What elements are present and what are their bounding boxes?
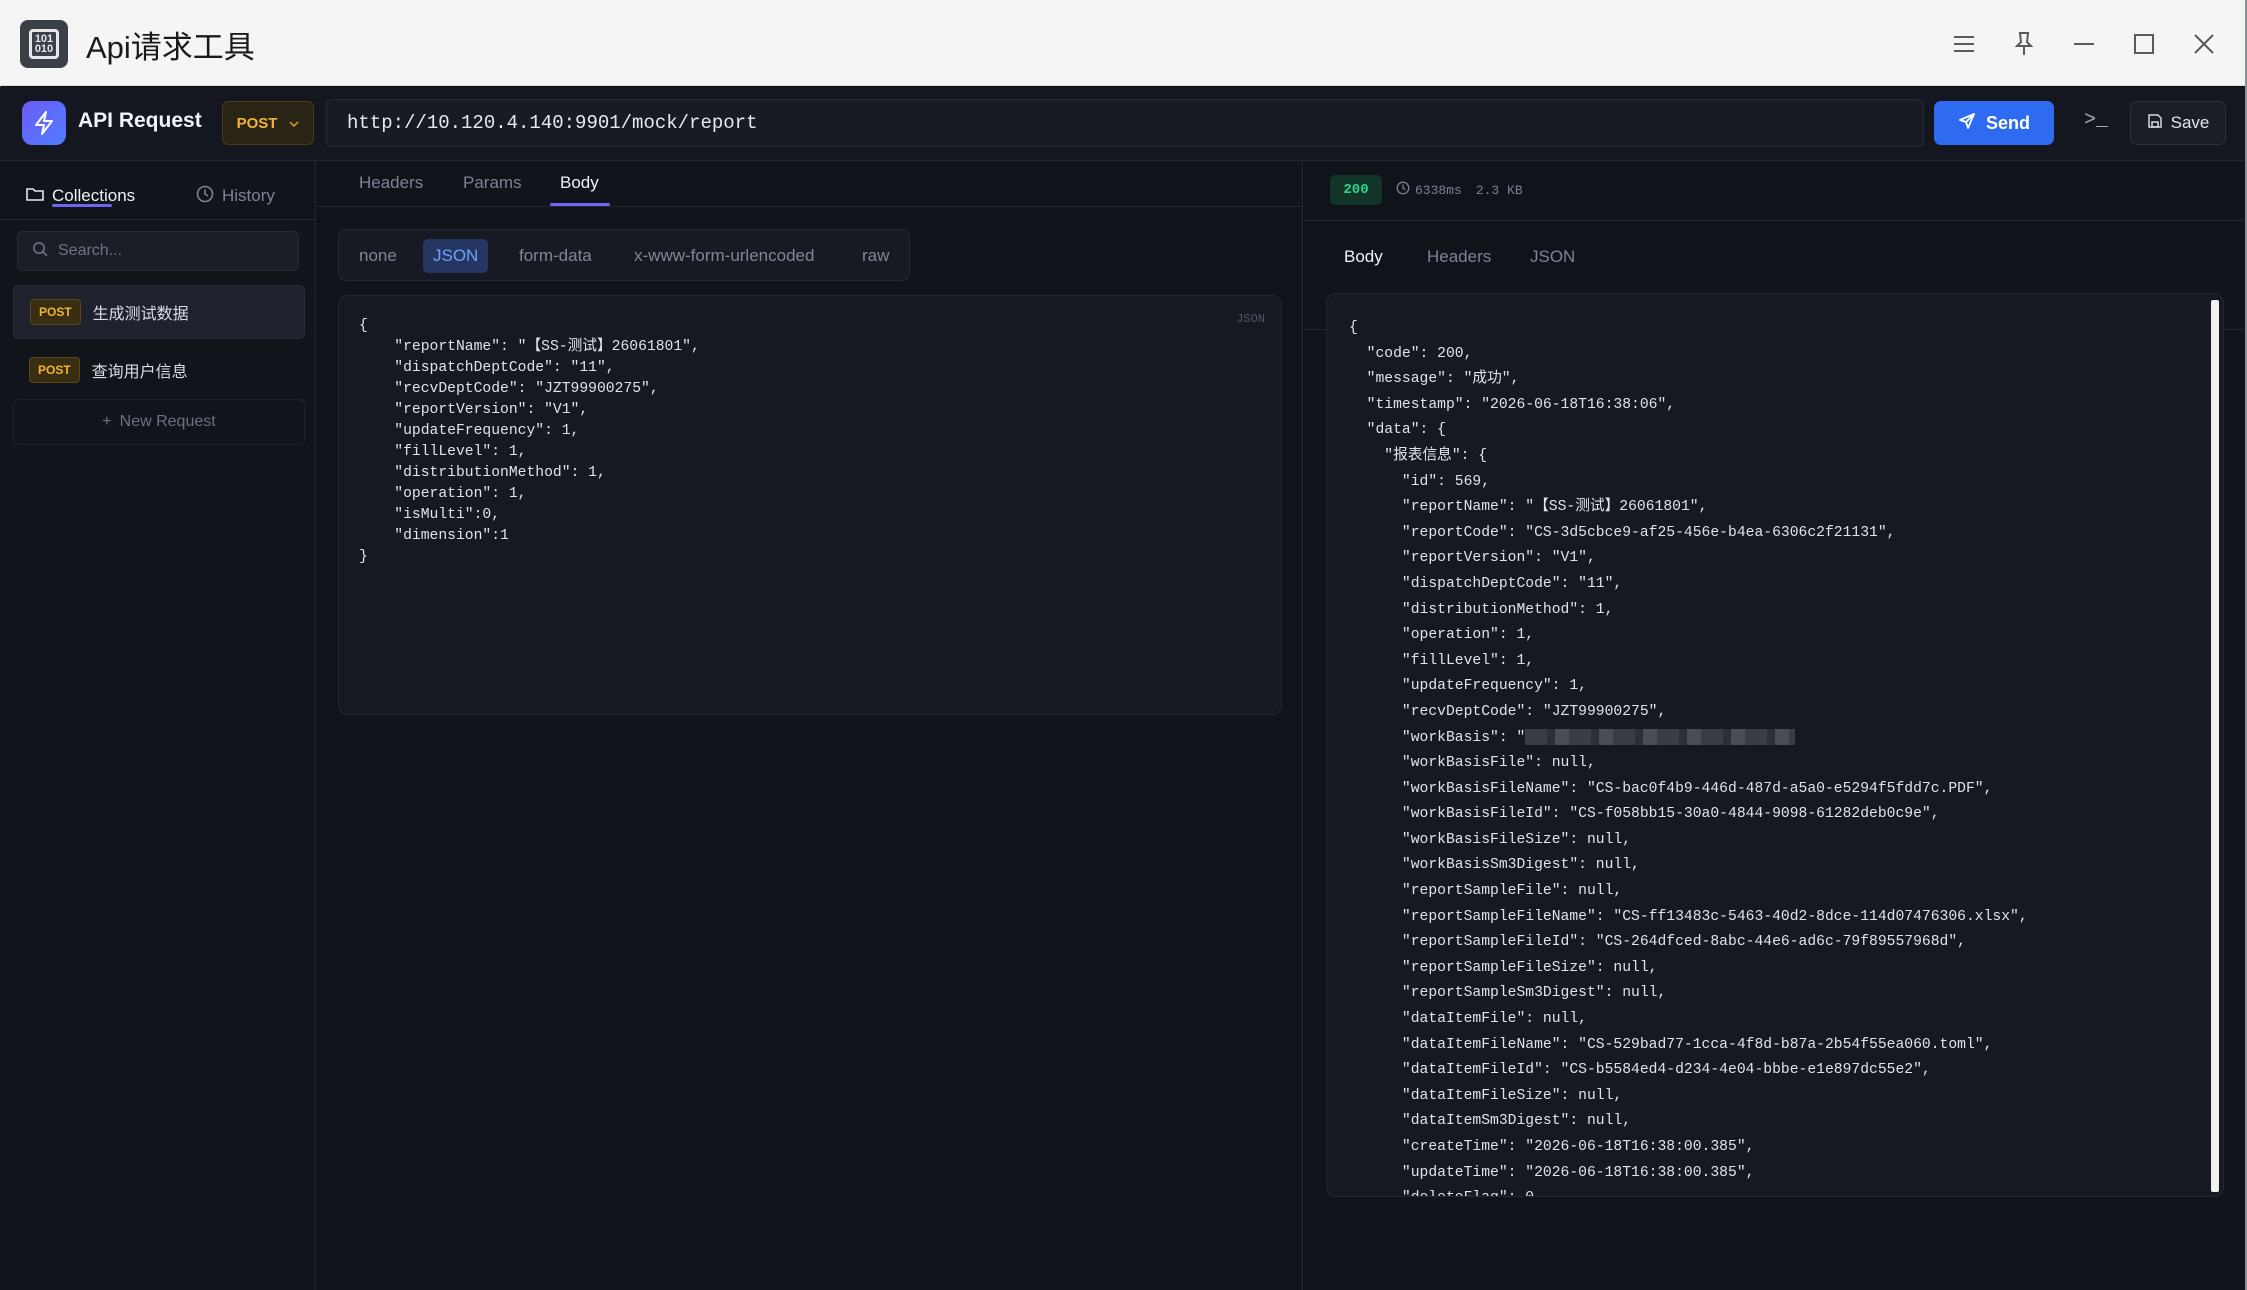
body-editor[interactable]: JSON { "reportName": "【SS-测试】26061801", … xyxy=(338,295,1282,715)
window-title: Api请求工具 xyxy=(86,30,255,65)
response-status-bar: 200 6338ms 2.3 KB xyxy=(1304,161,2247,221)
pin-icon[interactable] xyxy=(2006,26,2042,62)
chevron-down-icon xyxy=(289,115,299,132)
save-button[interactable]: Save xyxy=(2130,101,2226,145)
response-time: 6338ms xyxy=(1396,181,1462,199)
new-request-label: New Request xyxy=(119,413,216,430)
body-type-none[interactable]: none xyxy=(349,239,407,273)
search-icon xyxy=(32,241,48,262)
list-item[interactable]: POST 生成测试数据 xyxy=(13,285,305,339)
terminal-icon[interactable]: >_ xyxy=(2084,109,2118,139)
body-type-form-data[interactable]: form-data xyxy=(509,239,602,273)
status-badge: 200 xyxy=(1330,175,1382,205)
request-toolbar: API Request POST http://10.120.4.140:990… xyxy=(0,87,2247,161)
plus-icon: + xyxy=(102,413,112,430)
divider xyxy=(0,219,316,220)
close-icon[interactable] xyxy=(2186,26,2222,62)
method-value: POST xyxy=(236,114,278,132)
url-input[interactable]: http://10.120.4.140:9901/mock/report xyxy=(326,99,1924,147)
request-name: 查询用户信息 xyxy=(91,364,188,381)
save-icon xyxy=(2147,113,2163,134)
method-badge: POST xyxy=(30,299,81,325)
response-body-part: { "code": 200, "message": "成功", "timesta… xyxy=(1349,320,1896,746)
method-select[interactable]: POST xyxy=(222,101,314,145)
tab-history-label: History xyxy=(222,186,275,205)
scrollbar[interactable] xyxy=(2211,300,2219,1192)
tab-body[interactable]: Body xyxy=(560,173,599,193)
method-badge: POST xyxy=(29,357,80,383)
active-tab-indicator xyxy=(550,203,610,206)
tab-params[interactable]: Params xyxy=(463,173,522,193)
binary-window-icon: 101 010 xyxy=(20,20,68,68)
tab-collections[interactable]: Collections xyxy=(26,173,135,219)
window-titlebar: 101 010 Api请求工具 xyxy=(0,0,2247,86)
tab-headers[interactable]: Headers xyxy=(359,173,423,193)
send-icon xyxy=(1958,112,1976,135)
redacted-value xyxy=(1525,728,1796,745)
tab-response-json[interactable]: JSON xyxy=(1530,247,1575,267)
minimize-icon[interactable] xyxy=(2066,26,2102,62)
maximize-icon[interactable] xyxy=(2126,26,2162,62)
body-type-raw[interactable]: raw xyxy=(852,239,899,273)
send-button[interactable]: Send xyxy=(1934,101,2054,145)
request-body-text[interactable]: { "reportName": "【SS-测试】26061801", "disp… xyxy=(359,316,1261,568)
response-panel: 200 6338ms 2.3 KB Body Headers JSON { "c… xyxy=(1304,161,2247,1290)
tab-collections-label: Collections xyxy=(52,186,136,205)
response-body-part: "workBasisFile": null, "workBasisFileNam… xyxy=(1401,755,2028,1196)
list-item[interactable]: POST 查询用户信息 xyxy=(13,343,305,397)
lightning-icon xyxy=(22,101,66,145)
request-panel: Headers Params Body none JSON form-data … xyxy=(317,161,1303,1290)
request-tabs: Headers Params Body xyxy=(317,161,1302,207)
response-size: 2.3 KB xyxy=(1475,182,1523,198)
folder-icon xyxy=(26,186,44,207)
send-label: Send xyxy=(1985,112,2030,133)
response-body-text: { "code": 200, "message": "成功", "timesta… xyxy=(1349,316,2201,1196)
search-placeholder: Search... xyxy=(58,242,123,259)
active-tab-indicator xyxy=(52,204,112,207)
brand-label: API Request xyxy=(78,109,202,132)
response-body-viewer[interactable]: { "code": 200, "message": "成功", "timesta… xyxy=(1326,293,2224,1197)
save-label: Save xyxy=(2170,113,2210,132)
tab-response-body[interactable]: Body xyxy=(1344,247,1383,267)
body-type-json[interactable]: JSON xyxy=(423,239,489,273)
new-request-button[interactable]: + New Request xyxy=(13,399,305,445)
editor-language-tag: JSON xyxy=(1236,312,1265,326)
clock-icon xyxy=(1396,181,1410,199)
body-type-urlencoded[interactable]: x-www-form-urlencoded xyxy=(624,239,824,273)
body-type-selector: none JSON form-data x-www-form-urlencode… xyxy=(338,229,910,281)
tab-response-headers[interactable]: Headers xyxy=(1427,247,1491,267)
clock-icon xyxy=(196,185,214,208)
tab-history[interactable]: History xyxy=(196,173,275,219)
response-time-value: 6338ms xyxy=(1415,182,1462,198)
sidebar: Collections History Search... POST 生成测试数… xyxy=(0,161,316,1290)
response-meta: 6338ms 2.3 KB xyxy=(1396,181,1523,199)
request-name: 生成测试数据 xyxy=(92,306,189,323)
search-input[interactable]: Search... xyxy=(17,231,299,271)
menu-icon[interactable] xyxy=(1946,26,1982,62)
